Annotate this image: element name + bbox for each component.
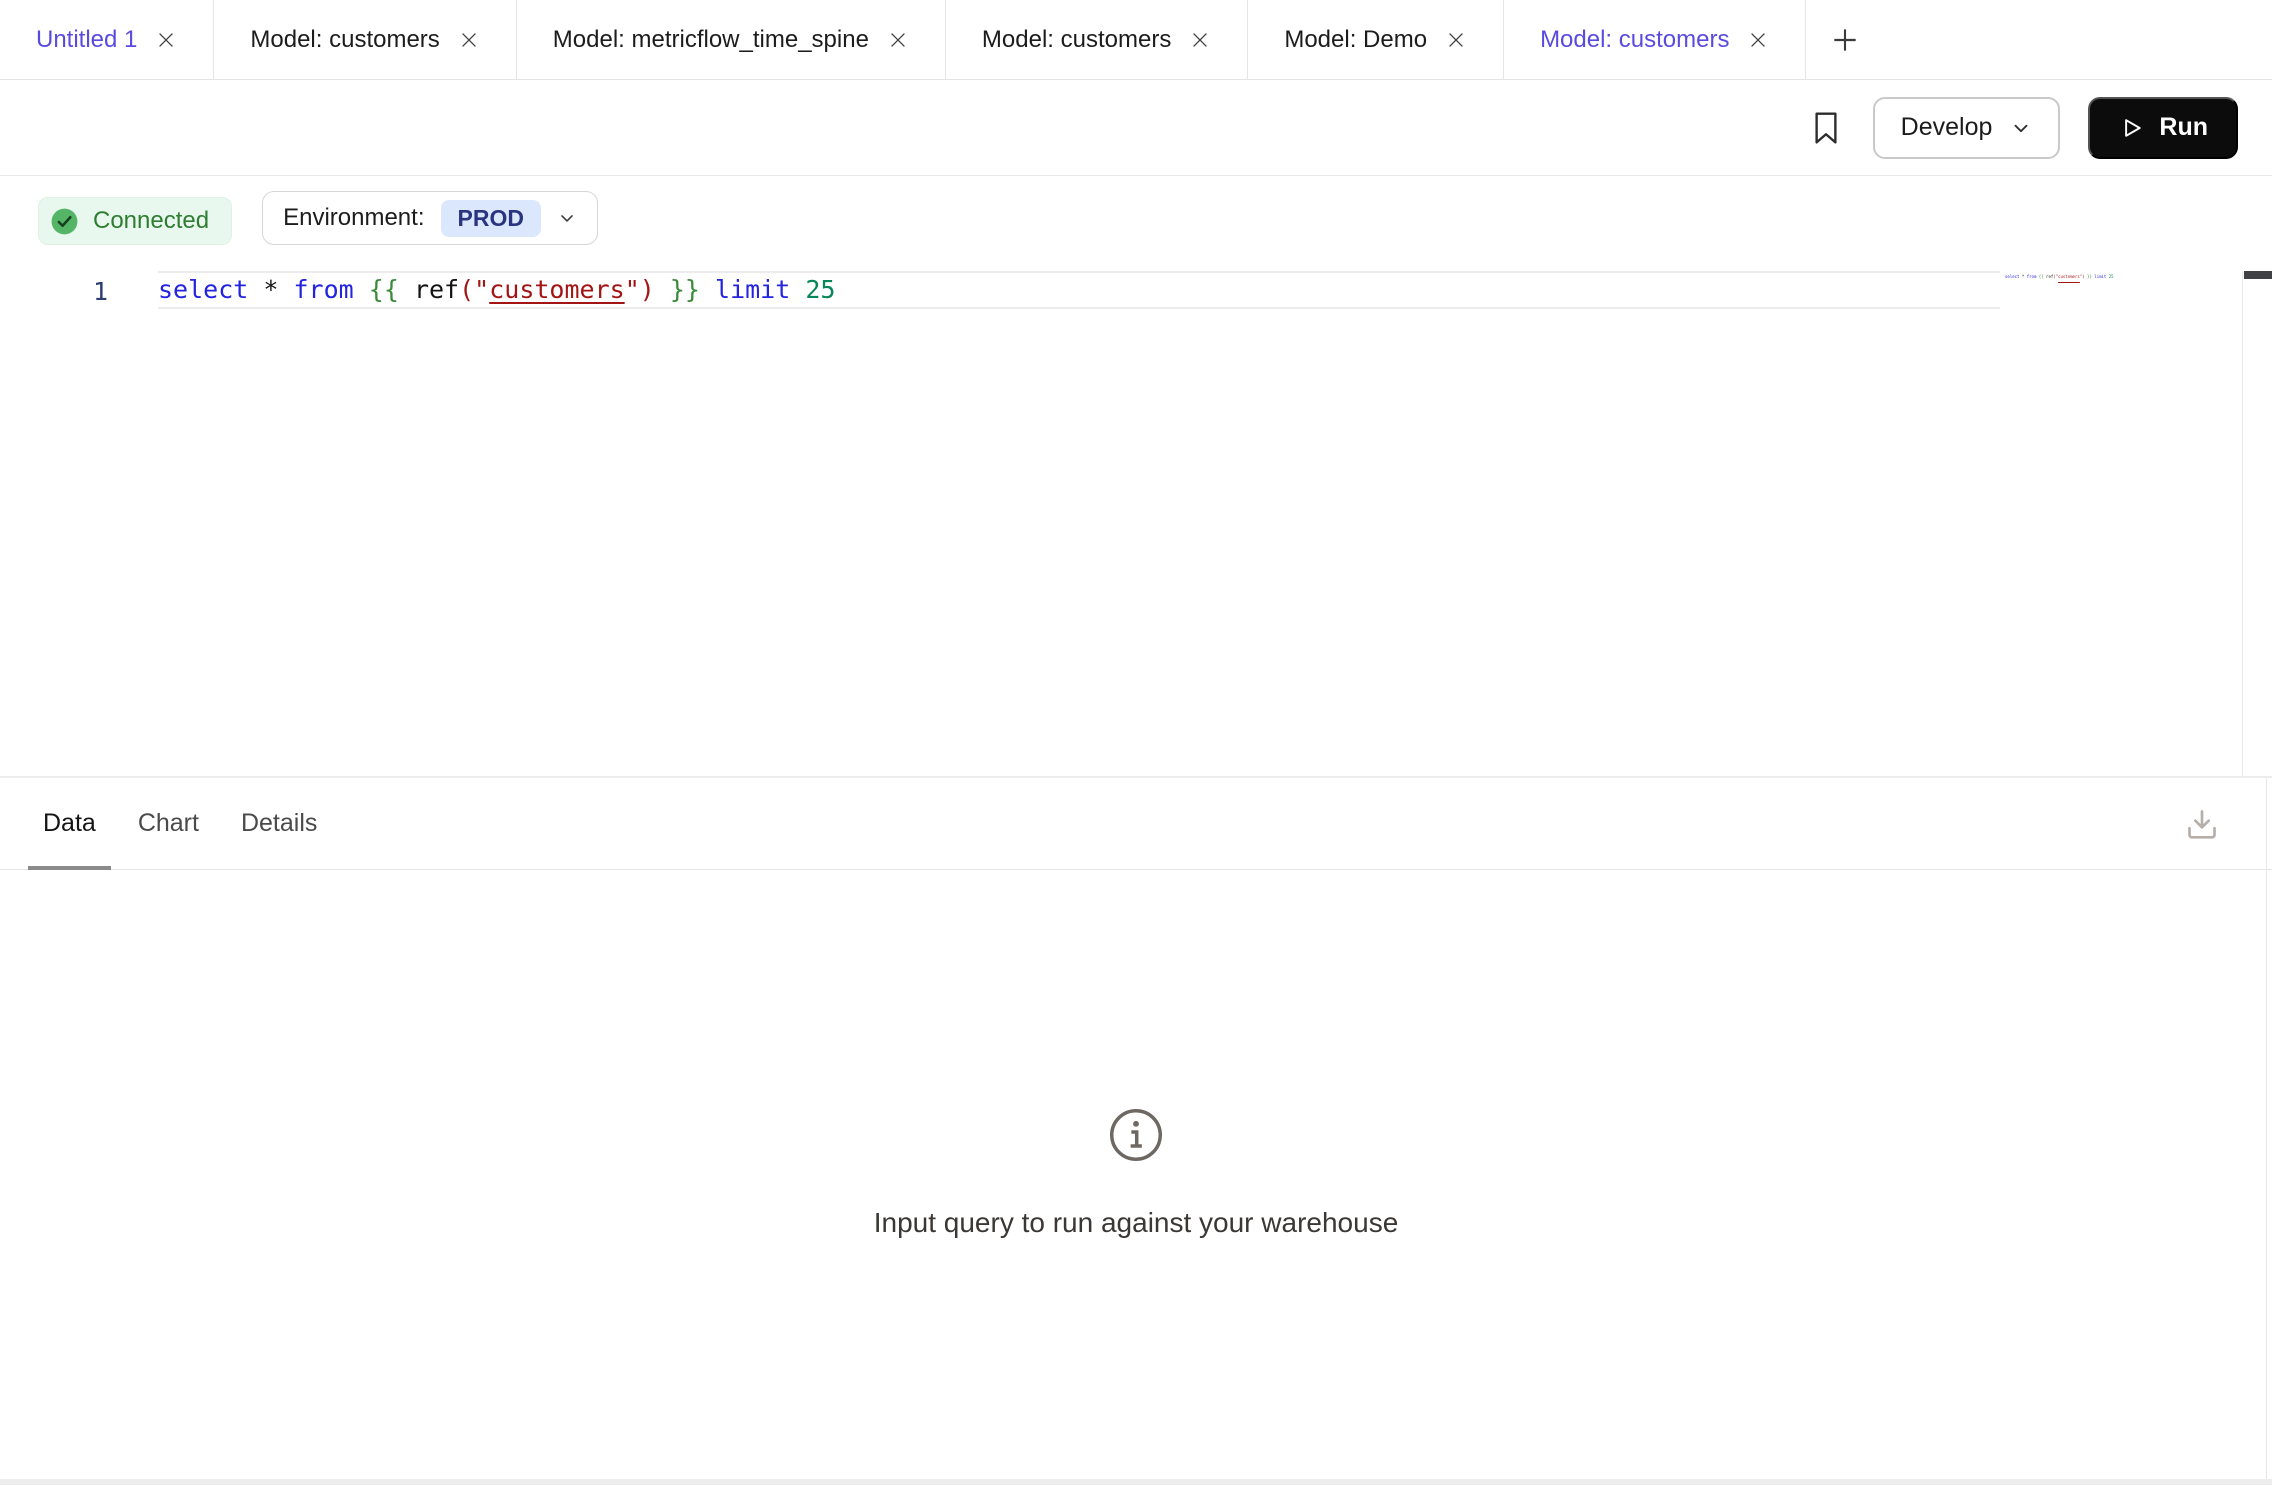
code-token	[700, 275, 715, 304]
develop-button[interactable]: Develop	[1873, 97, 2061, 159]
connection-status-label: Connected	[93, 207, 209, 235]
code-token: }}	[670, 275, 700, 304]
code-token: ("	[459, 275, 489, 304]
download-icon	[2182, 804, 2222, 844]
tab-label: Model: metricflow_time_spine	[553, 26, 869, 54]
code-token: select	[2005, 274, 2019, 279]
tab-label: Untitled 1	[36, 26, 137, 54]
tab-bar: Untitled 1 Model: customers Model: metricf…	[0, 0, 2272, 80]
check-circle-icon	[49, 206, 80, 237]
current-line-highlight: select * from {{ ref("customers") }} lim…	[158, 271, 2000, 309]
code-token: ")	[625, 275, 655, 304]
minimap-code-line: select * from {{ ref("customers") }} lim…	[2005, 274, 2237, 280]
code-token	[248, 275, 263, 304]
editor-tab[interactable]: Model: Demo	[1248, 0, 1504, 79]
panel-right-edge	[2266, 778, 2267, 1479]
code-token: customers	[2058, 274, 2080, 279]
code-token: from	[2027, 274, 2037, 279]
code-token: ref	[414, 275, 459, 304]
results-tab-details[interactable]: Details	[226, 778, 332, 869]
chevron-down-icon	[557, 208, 577, 228]
connection-status-badge: Connected	[38, 197, 232, 245]
editor-tab[interactable]: Model: customers	[214, 0, 516, 79]
code-token: 25	[2109, 274, 2114, 279]
plus-icon	[1829, 24, 1861, 56]
editor-minimap[interactable]: select * from {{ ref("customers") }} lim…	[2005, 274, 2237, 754]
editor-tab[interactable]: Model: metricflow_time_spine	[517, 0, 946, 79]
code-line: select * from {{ ref("customers") }} lim…	[158, 273, 835, 307]
code-token	[790, 275, 805, 304]
new-tab-button[interactable]	[1806, 0, 1884, 79]
code-token: from	[294, 275, 354, 304]
tab-close-icon[interactable]	[458, 29, 480, 51]
tab-label: Model: customers	[250, 26, 439, 54]
tab-label: Model: Demo	[1284, 26, 1427, 54]
environment-selector[interactable]: Environment: PROD	[262, 191, 598, 245]
chevron-down-icon	[2010, 117, 2032, 139]
code-token: *	[263, 275, 278, 304]
status-row: Connected Environment: PROD	[0, 176, 2272, 247]
scrollbar-thumb[interactable]	[2244, 271, 2272, 279]
tab-close-icon[interactable]	[887, 29, 909, 51]
tab-label: Model: customers	[1540, 26, 1729, 54]
develop-button-label: Develop	[1901, 113, 1993, 142]
code-token: customers	[489, 275, 624, 304]
bookmark-button[interactable]	[1807, 105, 1845, 151]
results-tab-bar: DataChartDetails	[0, 778, 2272, 870]
editor-tab[interactable]: Model: customers	[946, 0, 1248, 79]
info-icon	[1108, 1107, 1164, 1163]
empty-state-message: Input query to run against your warehous…	[874, 1207, 1399, 1239]
editor-tab[interactable]: Model: customers	[1504, 0, 1806, 79]
code-editor[interactable]: 1 select * from {{ ref("customers") }} l…	[0, 247, 2272, 778]
tab-close-icon[interactable]	[1189, 29, 1211, 51]
editor-scrollbar[interactable]	[2242, 271, 2272, 776]
editor-tab[interactable]: Untitled 1	[0, 0, 214, 79]
results-panel: DataChartDetails Input query to run agai…	[0, 778, 2272, 1479]
tab-label: Model: customers	[982, 26, 1171, 54]
code-token: select	[158, 275, 248, 304]
code-token: limit	[715, 275, 790, 304]
code-token: limit	[2094, 274, 2106, 279]
results-empty-state: Input query to run against your warehous…	[0, 870, 2272, 1479]
bookmark-icon	[1811, 109, 1841, 147]
run-button[interactable]: Run	[2088, 97, 2238, 159]
bottom-strip	[0, 1479, 2272, 1485]
code-token: 25	[805, 275, 835, 304]
tab-close-icon[interactable]	[155, 29, 177, 51]
line-number: 1	[0, 273, 108, 311]
environment-label: Environment:	[283, 204, 424, 232]
code-token	[354, 275, 369, 304]
results-tab-data[interactable]: Data	[28, 778, 111, 869]
code-token: {{	[369, 275, 399, 304]
results-tab-chart[interactable]: Chart	[123, 778, 214, 869]
play-icon	[2118, 115, 2144, 141]
code-token	[278, 275, 293, 304]
download-button[interactable]	[2182, 804, 2222, 844]
code-token	[655, 275, 670, 304]
tab-close-icon[interactable]	[1747, 29, 1769, 51]
run-button-label: Run	[2159, 113, 2208, 142]
editor-toolbar: Develop Run	[0, 80, 2272, 176]
tab-close-icon[interactable]	[1445, 29, 1467, 51]
environment-value-badge: PROD	[441, 200, 541, 237]
code-token	[399, 275, 414, 304]
